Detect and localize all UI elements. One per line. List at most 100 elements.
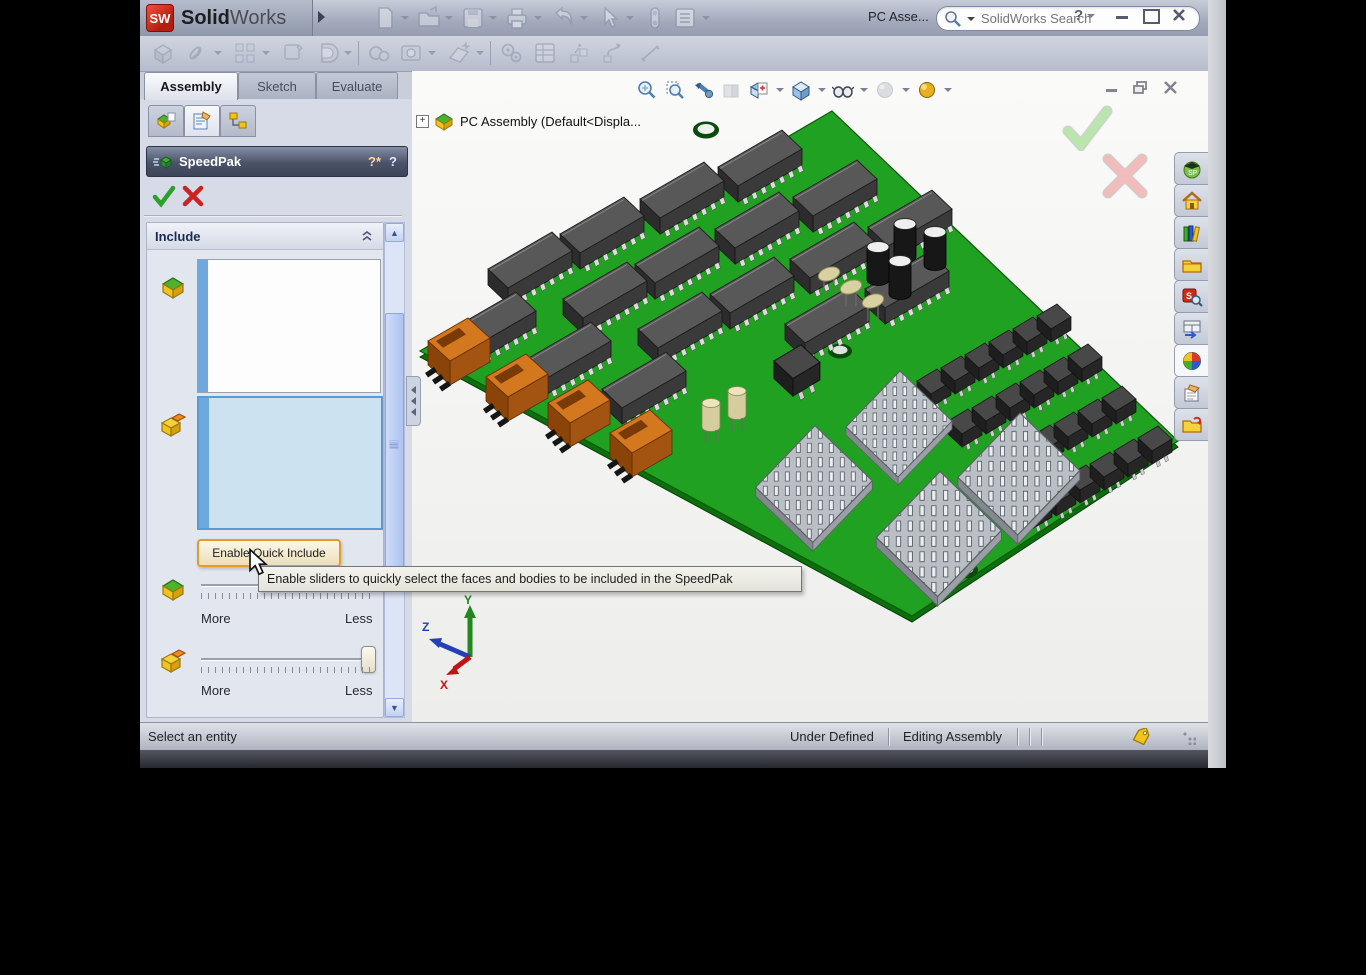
include-group-header[interactable]: Include bbox=[147, 223, 383, 250]
display-style-icon[interactable] bbox=[790, 79, 812, 101]
maximize-button[interactable] bbox=[1143, 9, 1160, 24]
assembly-toolbar bbox=[140, 36, 1208, 72]
commandmanager-tabs: Assembly Sketch Evaluate bbox=[140, 72, 412, 99]
reference-geometry-icon[interactable] bbox=[446, 40, 472, 66]
interference-detection-icon[interactable] bbox=[638, 40, 664, 66]
edit-appearance-icon[interactable] bbox=[874, 79, 896, 101]
minimize-button[interactable] bbox=[1116, 16, 1128, 19]
features-caret[interactable] bbox=[428, 51, 436, 55]
insert-components-icon[interactable] bbox=[150, 40, 176, 66]
taskpane-appearances-scenes[interactable] bbox=[1174, 344, 1208, 377]
new-motion-study-icon[interactable] bbox=[498, 40, 524, 66]
save-icon[interactable] bbox=[460, 5, 486, 31]
open-document-icon[interactable] bbox=[416, 5, 442, 31]
apply-scene-icon[interactable] bbox=[916, 79, 938, 101]
resize-grip[interactable] bbox=[1182, 731, 1196, 745]
print-icon[interactable] bbox=[504, 5, 530, 31]
tab-assembly[interactable]: Assembly bbox=[144, 72, 238, 100]
exploded-view-icon[interactable] bbox=[566, 40, 592, 66]
faces-selection-box[interactable] bbox=[197, 259, 381, 393]
search-scope-caret[interactable] bbox=[967, 17, 975, 21]
taskpane-home[interactable] bbox=[1174, 184, 1208, 217]
help-caret[interactable] bbox=[1087, 14, 1095, 18]
refgeom-caret[interactable] bbox=[476, 51, 484, 55]
confirm-cancel-icon[interactable] bbox=[1100, 151, 1150, 201]
open-document-caret[interactable] bbox=[445, 16, 453, 20]
taskpane-file-explorer[interactable] bbox=[1174, 248, 1208, 281]
scrollbar-thumb[interactable] bbox=[385, 313, 404, 591]
panel-scrollbar[interactable]: ▲ ▼ bbox=[384, 222, 405, 718]
doc-minimize-button[interactable] bbox=[1106, 89, 1117, 92]
view-orientation-caret[interactable] bbox=[776, 88, 784, 92]
show-hidden-components-icon[interactable] bbox=[366, 40, 392, 66]
new-document-caret[interactable] bbox=[401, 16, 409, 20]
save-caret[interactable] bbox=[489, 16, 497, 20]
move-caret[interactable] bbox=[344, 51, 352, 55]
help-button[interactable]: ? bbox=[389, 154, 397, 169]
section-view-icon[interactable] bbox=[720, 79, 742, 101]
move-component-icon[interactable] bbox=[314, 40, 340, 66]
print-caret[interactable] bbox=[534, 16, 542, 20]
bodies-slider-track[interactable] bbox=[201, 658, 373, 661]
hide-show-caret[interactable] bbox=[860, 88, 868, 92]
scroll-down-button[interactable]: ▼ bbox=[385, 698, 404, 717]
view-orientation-icon[interactable] bbox=[748, 79, 770, 101]
select-icon[interactable] bbox=[596, 5, 622, 31]
tab-property-manager[interactable] bbox=[184, 105, 220, 137]
apply-scene-caret[interactable] bbox=[944, 88, 952, 92]
edit-appearance-caret[interactable] bbox=[902, 88, 910, 92]
graphics-area[interactable]: + PC Assembly (Default<Displa... SP S bbox=[412, 71, 1208, 722]
hide-show-items-icon[interactable] bbox=[832, 79, 854, 101]
smart-fasteners-icon[interactable] bbox=[280, 40, 306, 66]
scroll-up-button[interactable]: ▲ bbox=[385, 223, 404, 242]
collapse-chevron-icon[interactable] bbox=[361, 230, 373, 242]
document-tab[interactable]: PC Asse... bbox=[868, 9, 929, 24]
tab-sketch[interactable]: Sketch bbox=[238, 72, 316, 100]
tag-icon[interactable] bbox=[1131, 728, 1151, 746]
mate-caret[interactable] bbox=[214, 51, 222, 55]
zoom-to-fit-icon[interactable] bbox=[636, 79, 658, 101]
help-button[interactable]: ? bbox=[1074, 7, 1083, 24]
explode-line-sketch-icon[interactable] bbox=[600, 40, 626, 66]
feature-tree-root-label[interactable]: PC Assembly (Default<Displa... bbox=[460, 114, 641, 129]
close-button[interactable] bbox=[1172, 8, 1186, 22]
doc-restore-button[interactable] bbox=[1133, 81, 1148, 95]
tree-expand-icon[interactable]: + bbox=[416, 115, 429, 128]
pattern-caret[interactable] bbox=[262, 51, 270, 55]
linear-component-pattern-icon[interactable] bbox=[232, 40, 258, 66]
rebuild-icon[interactable] bbox=[642, 5, 668, 31]
svg-text:Y: Y bbox=[464, 595, 472, 607]
options-caret[interactable] bbox=[702, 16, 710, 20]
undo-icon[interactable] bbox=[550, 5, 576, 31]
panel-collapse-splitter[interactable] bbox=[406, 376, 421, 426]
tab-feature-manager[interactable] bbox=[148, 105, 184, 137]
new-document-icon[interactable] bbox=[372, 5, 398, 31]
menu-flyout-arrow-icon[interactable] bbox=[318, 11, 325, 23]
taskpane-solidworks-resources[interactable]: SP bbox=[1174, 152, 1208, 185]
cancel-button[interactable] bbox=[182, 185, 204, 207]
doc-close-button[interactable] bbox=[1164, 81, 1177, 94]
select-caret[interactable] bbox=[626, 16, 634, 20]
zoom-to-area-icon[interactable] bbox=[664, 79, 686, 101]
help-whatsnew-button[interactable]: ?* bbox=[368, 154, 381, 169]
mate-icon[interactable] bbox=[184, 40, 210, 66]
previous-view-icon[interactable] bbox=[692, 79, 714, 101]
search-box[interactable] bbox=[936, 6, 1200, 31]
tab-evaluate[interactable]: Evaluate bbox=[316, 72, 398, 100]
bodies-selection-box[interactable] bbox=[197, 396, 383, 530]
confirm-ok-icon[interactable] bbox=[1060, 105, 1114, 151]
taskpane-view-palette[interactable] bbox=[1174, 312, 1208, 345]
bill-of-materials-icon[interactable] bbox=[532, 40, 558, 66]
include-group: Include Enable Quick Include More Less bbox=[146, 222, 384, 718]
display-style-caret[interactable] bbox=[818, 88, 826, 92]
taskpane-custom-properties[interactable] bbox=[1174, 376, 1208, 409]
ok-button[interactable] bbox=[152, 184, 176, 208]
options-list-icon[interactable] bbox=[672, 5, 698, 31]
undo-caret[interactable] bbox=[580, 16, 588, 20]
taskpane-document-recovery[interactable] bbox=[1174, 408, 1208, 441]
screen: SW SolidWorks PC Asse... bbox=[0, 0, 1366, 975]
assembly-features-icon[interactable] bbox=[398, 40, 424, 66]
taskpane-design-library[interactable] bbox=[1174, 216, 1208, 249]
tab-configuration-manager[interactable] bbox=[220, 105, 256, 137]
taskpane-solidworks-search[interactable]: S bbox=[1174, 280, 1208, 313]
